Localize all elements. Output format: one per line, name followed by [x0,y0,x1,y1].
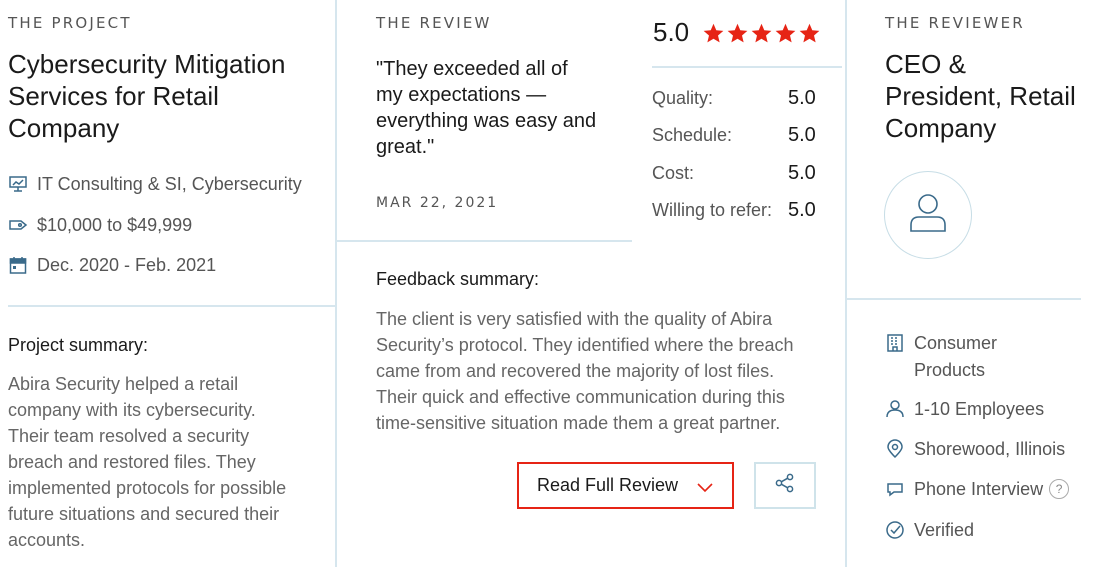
reviewer-title-line: Company [885,113,997,143]
project-summary-line: breach and restored files. They [8,452,256,472]
project-summary: Abira Security helped a retail company w… [8,371,286,553]
project-summary-line: implemented protocols for possible [8,478,287,498]
read-full-review-label: Read Full Review [537,475,679,495]
avatar [884,171,972,259]
star-icon [727,23,748,43]
reviewer-verified-text: Verified [914,519,975,540]
reviewer-location-text: Shorewood, Illinois [914,438,1066,459]
user-avatar-icon [905,190,951,241]
feedback-line: The client is very satisfied with the qu… [376,309,773,329]
check-circle-icon [884,519,906,541]
feedback-line: Security’s protocol. They identified whe… [376,335,794,355]
project-services-text: IT Consulting & SI, Cybersecurity [37,173,302,194]
rating-label: Willing to refer: [652,200,773,220]
read-full-review-button[interactable]: Read Full Review [517,462,734,509]
feedback-line: came from and recovered the majority of … [376,361,775,381]
reviewer-industry-text: Consumer Products [914,330,997,384]
feedback-line: Their quick and effective communication … [376,387,785,407]
review-quote-line: everything was easy and [376,110,597,132]
presentation-chart-icon [7,173,29,195]
help-icon[interactable]: ? [1049,479,1070,499]
building-icon [884,332,906,354]
project-summary-line: company with its cybersecurity. [8,400,256,420]
review-date: MAR 22, 2021 [376,195,499,211]
feedback-line: time-sensitive situation made them a gre… [376,413,781,433]
price-tag-icon [7,214,29,236]
divider-reviewer [847,298,1081,300]
chevron-down-icon [696,478,714,499]
star-icon [775,23,796,43]
reviewer-interview-text: Phone Interview [914,478,1044,499]
rating-value: 5.0 [788,199,816,221]
overall-rating-value: 5.0 [653,17,690,47]
review-eyebrow: THE REVIEW [376,14,492,32]
reviewer-employees-text: 1-10 Employees [914,398,1045,419]
project-budget-text: $10,000 to $49,999 [37,214,193,235]
project-dates-text: Dec. 2020 - Feb. 2021 [37,254,217,275]
review-quote-line: great." [376,136,435,158]
star-icon [751,23,772,43]
feedback-summary-label: Feedback summary: [376,269,540,289]
reviewer-industry-line: Products [914,360,986,380]
reviewer-industry-line: Consumer [914,333,998,353]
reviewer-title: CEO & President, Retail Company [885,48,1076,144]
project-summary-line: Their team resolved a security [8,426,250,446]
divider-rating-top [652,66,842,68]
divider-project-meta [8,305,335,307]
project-summary-label: Project summary: [8,335,149,355]
project-summary-line: accounts. [8,530,86,550]
rating-value: 5.0 [788,162,816,184]
reviewer-employees: 1-10 Employees [884,398,1044,420]
reviewer-industry: Consumer Products [884,330,997,384]
reviewer-location: Shorewood, Illinois [884,438,1065,460]
project-services: IT Consulting & SI, Cybersecurity [7,173,302,195]
rating-label: Schedule: [652,125,733,145]
feedback-summary: The client is very satisfied with the qu… [376,306,794,436]
star-icon [703,23,724,43]
rating-value: 5.0 [788,124,816,146]
project-title-line: Services for Retail [8,81,219,111]
project-eyebrow: THE PROJECT [8,14,132,32]
reviewer-verified: Verified [884,519,974,541]
rating-label: Cost: [652,163,695,183]
project-title-line: Company [8,113,120,143]
project-budget: $10,000 to $49,999 [7,214,192,236]
location-pin-icon [884,438,906,460]
project-summary-line: Abira Security helped a retail [8,374,239,394]
share-button[interactable] [754,462,816,509]
review-quote-line: my expectations — [376,84,547,106]
project-title-line: Cybersecurity Mitigation [8,49,286,79]
calendar-icon [7,254,29,276]
project-title: Cybersecurity Mitigation Services for Re… [8,48,285,144]
divider-review-quote [337,240,632,242]
review-quote: "They exceeded all of my expectations — … [376,56,596,160]
user-icon [884,398,906,420]
project-dates: Dec. 2020 - Feb. 2021 [7,254,216,276]
reviewer-title-line: President, Retail [885,81,1076,111]
star-rating [702,22,822,45]
reviewer-title-line: CEO & [885,49,966,79]
divider-right [845,0,847,567]
review-quote-line: "They exceeded all of [376,58,568,80]
chat-bubble-icon [884,478,906,500]
star-icon [799,23,820,43]
rating-label: Quality: [652,88,714,108]
reviewer-interview: Phone Interview ? [884,478,1070,500]
share-icon [774,472,796,499]
divider-left [335,0,337,567]
reviewer-eyebrow: THE REVIEWER [885,14,1025,32]
project-summary-line: future situations and secured their [8,504,280,524]
rating-value: 5.0 [788,87,816,109]
